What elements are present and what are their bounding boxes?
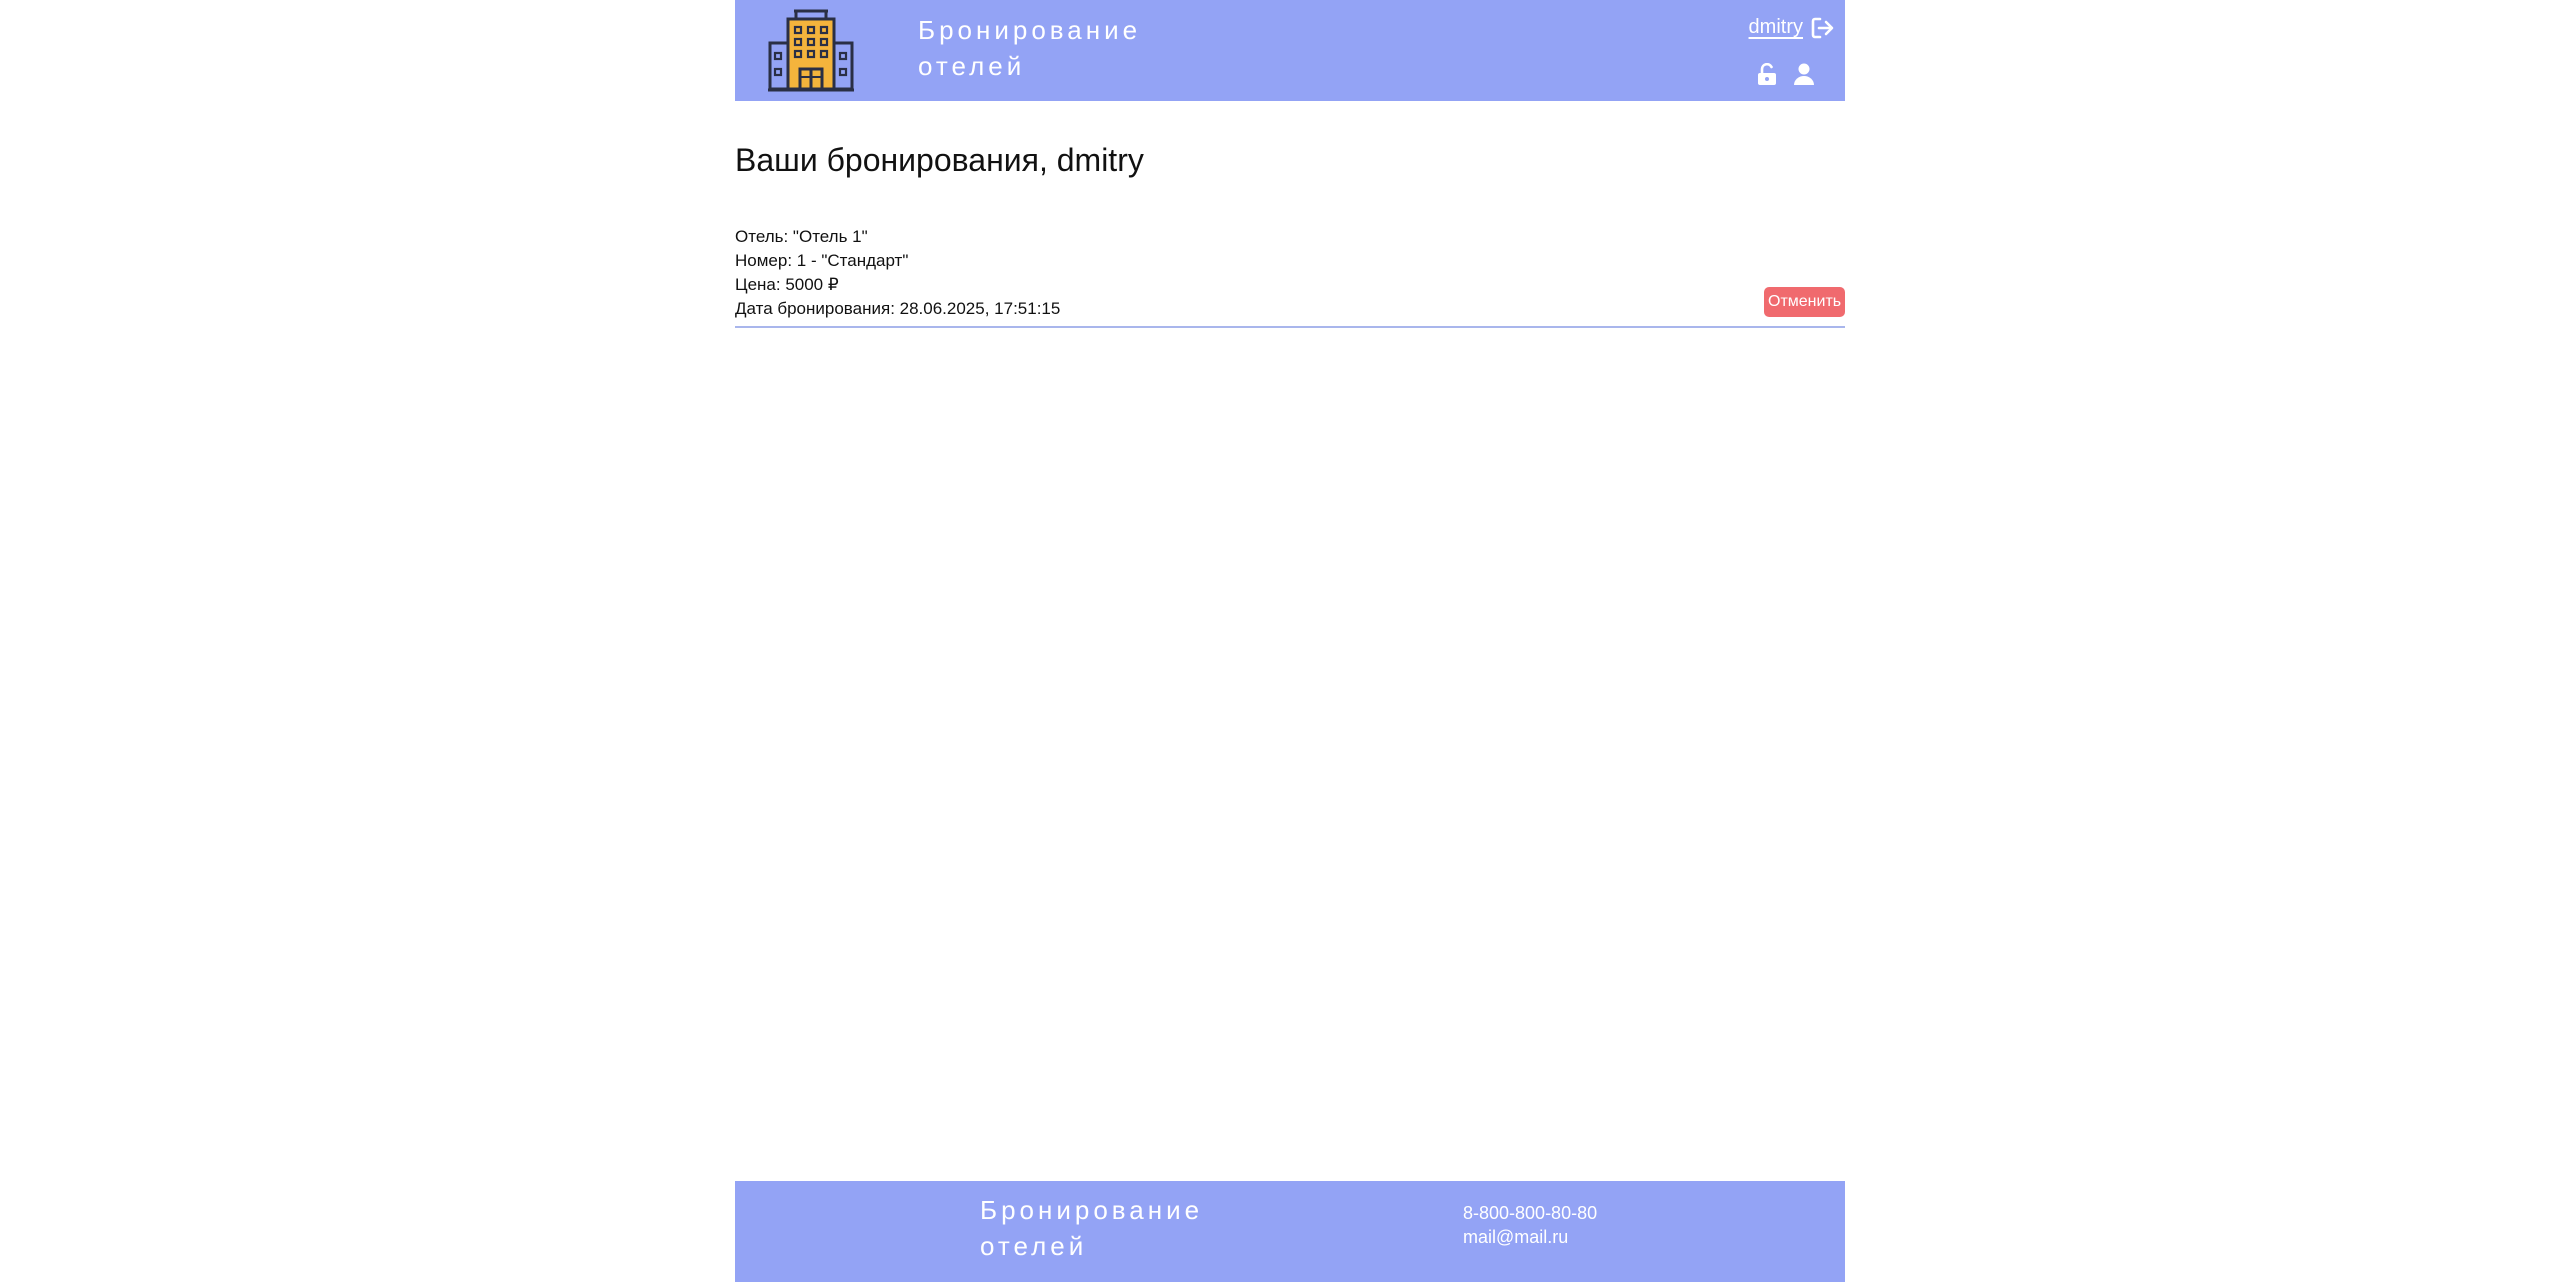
brand-line-2: отелей [918,51,1026,81]
logout-icon[interactable] [1811,17,1835,39]
page-title: Ваши бронирования, dmitry [735,142,1144,178]
header-icon-row [1757,63,1815,85]
cancel-booking-button[interactable]: Отменить [1764,287,1845,317]
booking-price: Цена: 5000 ₽ [735,275,839,294]
footer-brand: Бронирование отелей [980,1192,1260,1264]
booking-date: Дата бронирования: 28.06.2025, 17:51:15 [735,299,1061,318]
footer-contacts: 8-800-800-80-80 mail@mail.ru [1463,1201,1597,1249]
page-frame: Бронирование отелей dmitry Ваши брониров… [735,0,1845,1282]
booking-item: Отель: "Отель 1" Номер: 1 - "Стандарт" Ц… [735,225,1845,328]
site-header: Бронирование отелей dmitry [735,0,1845,101]
booking-hotel: Отель: "Отель 1" [735,227,868,246]
footer-brand-line-1: Бронирование [980,1195,1204,1225]
footer-email: mail@mail.ru [1463,1227,1569,1247]
username-link[interactable]: dmitry [1749,16,1803,39]
site-brand[interactable]: Бронирование отелей [918,12,1198,84]
footer-phone: 8-800-800-80-80 [1463,1203,1598,1223]
booking-room: Номер: 1 - "Стандарт" [735,251,909,270]
hotel-building-icon [768,9,854,92]
site-footer: Бронирование отелей 8-800-800-80-80 mail… [735,1181,1845,1282]
user-icon[interactable] [1793,63,1815,85]
user-area: dmitry [1749,16,1835,39]
unlock-icon[interactable] [1757,63,1777,85]
footer-brand-line-2: отелей [980,1231,1088,1261]
brand-line-1: Бронирование [918,15,1142,45]
